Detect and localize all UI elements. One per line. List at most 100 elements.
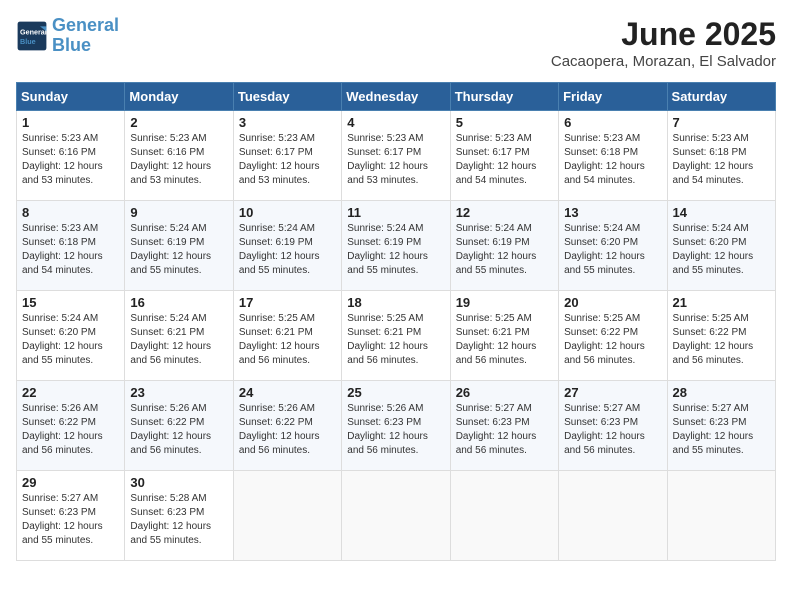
day-number: 13 bbox=[564, 205, 661, 220]
daylight-minutes: and 53 minutes. bbox=[347, 175, 418, 186]
daylight-label: Daylight: 12 hours bbox=[239, 161, 320, 172]
daylight-minutes: and 56 minutes. bbox=[239, 445, 310, 456]
calendar-cell: 12 Sunrise: 5:24 AM Sunset: 6:19 PM Dayl… bbox=[450, 201, 558, 291]
day-info: Sunrise: 5:24 AM Sunset: 6:20 PM Dayligh… bbox=[564, 222, 661, 278]
daylight-label: Daylight: 12 hours bbox=[347, 341, 428, 352]
calendar-cell: 13 Sunrise: 5:24 AM Sunset: 6:20 PM Dayl… bbox=[559, 201, 667, 291]
day-info: Sunrise: 5:26 AM Sunset: 6:22 PM Dayligh… bbox=[239, 402, 336, 458]
day-info: Sunrise: 5:24 AM Sunset: 6:21 PM Dayligh… bbox=[130, 312, 227, 368]
day-number: 20 bbox=[564, 295, 661, 310]
day-number: 27 bbox=[564, 385, 661, 400]
day-info: Sunrise: 5:28 AM Sunset: 6:23 PM Dayligh… bbox=[130, 492, 227, 548]
calendar-cell: 16 Sunrise: 5:24 AM Sunset: 6:21 PM Dayl… bbox=[125, 291, 233, 381]
calendar-cell bbox=[233, 471, 341, 561]
daylight-minutes: and 55 minutes. bbox=[673, 265, 744, 276]
sunrise-label: Sunrise: 5:28 AM bbox=[130, 493, 206, 504]
sunrise-label: Sunrise: 5:24 AM bbox=[22, 313, 98, 324]
sunset-label: Sunset: 6:19 PM bbox=[130, 237, 204, 248]
day-number: 18 bbox=[347, 295, 444, 310]
day-number: 24 bbox=[239, 385, 336, 400]
daylight-minutes: and 54 minutes. bbox=[673, 175, 744, 186]
daylight-label: Daylight: 12 hours bbox=[347, 251, 428, 262]
day-info: Sunrise: 5:27 AM Sunset: 6:23 PM Dayligh… bbox=[22, 492, 119, 548]
sunset-label: Sunset: 6:19 PM bbox=[347, 237, 421, 248]
sunset-label: Sunset: 6:20 PM bbox=[22, 327, 96, 338]
sunset-label: Sunset: 6:18 PM bbox=[564, 147, 638, 158]
calendar-cell: 20 Sunrise: 5:25 AM Sunset: 6:22 PM Dayl… bbox=[559, 291, 667, 381]
calendar-cell: 18 Sunrise: 5:25 AM Sunset: 6:21 PM Dayl… bbox=[342, 291, 450, 381]
sunrise-label: Sunrise: 5:25 AM bbox=[456, 313, 532, 324]
daylight-label: Daylight: 12 hours bbox=[456, 251, 537, 262]
sunrise-label: Sunrise: 5:23 AM bbox=[564, 133, 640, 144]
daylight-label: Daylight: 12 hours bbox=[347, 161, 428, 172]
day-number: 9 bbox=[130, 205, 227, 220]
day-info: Sunrise: 5:23 AM Sunset: 6:17 PM Dayligh… bbox=[456, 132, 553, 188]
daylight-minutes: and 56 minutes. bbox=[673, 355, 744, 366]
day-number: 17 bbox=[239, 295, 336, 310]
daylight-label: Daylight: 12 hours bbox=[456, 341, 537, 352]
location-title: Cacaopera, Morazan, El Salvador bbox=[551, 53, 776, 70]
daylight-minutes: and 56 minutes. bbox=[22, 445, 93, 456]
day-number: 3 bbox=[239, 115, 336, 130]
sunset-label: Sunset: 6:17 PM bbox=[456, 147, 530, 158]
day-number: 6 bbox=[564, 115, 661, 130]
sunset-label: Sunset: 6:18 PM bbox=[673, 147, 747, 158]
day-info: Sunrise: 5:25 AM Sunset: 6:21 PM Dayligh… bbox=[456, 312, 553, 368]
day-info: Sunrise: 5:27 AM Sunset: 6:23 PM Dayligh… bbox=[456, 402, 553, 458]
day-info: Sunrise: 5:25 AM Sunset: 6:22 PM Dayligh… bbox=[673, 312, 770, 368]
svg-text:General: General bbox=[20, 27, 47, 36]
calendar-week-row: 15 Sunrise: 5:24 AM Sunset: 6:20 PM Dayl… bbox=[17, 291, 776, 381]
daylight-minutes: and 56 minutes. bbox=[456, 445, 527, 456]
daylight-label: Daylight: 12 hours bbox=[456, 161, 537, 172]
sunset-label: Sunset: 6:22 PM bbox=[239, 417, 313, 428]
sunset-label: Sunset: 6:23 PM bbox=[673, 417, 747, 428]
sunset-label: Sunset: 6:16 PM bbox=[22, 147, 96, 158]
sunrise-label: Sunrise: 5:24 AM bbox=[130, 223, 206, 234]
daylight-label: Daylight: 12 hours bbox=[239, 431, 320, 442]
calendar-week-row: 1 Sunrise: 5:23 AM Sunset: 6:16 PM Dayli… bbox=[17, 111, 776, 201]
day-number: 14 bbox=[673, 205, 770, 220]
daylight-minutes: and 56 minutes. bbox=[564, 445, 635, 456]
day-info: Sunrise: 5:23 AM Sunset: 6:18 PM Dayligh… bbox=[564, 132, 661, 188]
daylight-label: Daylight: 12 hours bbox=[130, 251, 211, 262]
calendar-cell: 29 Sunrise: 5:27 AM Sunset: 6:23 PM Dayl… bbox=[17, 471, 125, 561]
calendar-cell: 7 Sunrise: 5:23 AM Sunset: 6:18 PM Dayli… bbox=[667, 111, 775, 201]
daylight-minutes: and 55 minutes. bbox=[22, 535, 93, 546]
daylight-minutes: and 55 minutes. bbox=[22, 355, 93, 366]
daylight-minutes: and 54 minutes. bbox=[22, 265, 93, 276]
calendar-cell: 19 Sunrise: 5:25 AM Sunset: 6:21 PM Dayl… bbox=[450, 291, 558, 381]
daylight-label: Daylight: 12 hours bbox=[130, 521, 211, 532]
day-info: Sunrise: 5:24 AM Sunset: 6:20 PM Dayligh… bbox=[673, 222, 770, 278]
calendar-cell: 28 Sunrise: 5:27 AM Sunset: 6:23 PM Dayl… bbox=[667, 381, 775, 471]
sunset-label: Sunset: 6:23 PM bbox=[22, 507, 96, 518]
calendar-cell: 26 Sunrise: 5:27 AM Sunset: 6:23 PM Dayl… bbox=[450, 381, 558, 471]
calendar-cell bbox=[559, 471, 667, 561]
calendar-cell: 10 Sunrise: 5:24 AM Sunset: 6:19 PM Dayl… bbox=[233, 201, 341, 291]
day-number: 15 bbox=[22, 295, 119, 310]
daylight-minutes: and 56 minutes. bbox=[347, 355, 418, 366]
header-tuesday: Tuesday bbox=[233, 83, 341, 111]
daylight-label: Daylight: 12 hours bbox=[239, 341, 320, 352]
day-info: Sunrise: 5:23 AM Sunset: 6:17 PM Dayligh… bbox=[239, 132, 336, 188]
calendar-cell: 3 Sunrise: 5:23 AM Sunset: 6:17 PM Dayli… bbox=[233, 111, 341, 201]
day-info: Sunrise: 5:23 AM Sunset: 6:16 PM Dayligh… bbox=[22, 132, 119, 188]
day-info: Sunrise: 5:25 AM Sunset: 6:22 PM Dayligh… bbox=[564, 312, 661, 368]
calendar-cell: 4 Sunrise: 5:23 AM Sunset: 6:17 PM Dayli… bbox=[342, 111, 450, 201]
calendar-week-row: 29 Sunrise: 5:27 AM Sunset: 6:23 PM Dayl… bbox=[17, 471, 776, 561]
sunset-label: Sunset: 6:21 PM bbox=[130, 327, 204, 338]
day-number: 26 bbox=[456, 385, 553, 400]
calendar-cell bbox=[450, 471, 558, 561]
sunrise-label: Sunrise: 5:23 AM bbox=[22, 133, 98, 144]
daylight-label: Daylight: 12 hours bbox=[22, 431, 103, 442]
sunrise-label: Sunrise: 5:23 AM bbox=[130, 133, 206, 144]
day-number: 25 bbox=[347, 385, 444, 400]
sunrise-label: Sunrise: 5:24 AM bbox=[239, 223, 315, 234]
day-info: Sunrise: 5:27 AM Sunset: 6:23 PM Dayligh… bbox=[673, 402, 770, 458]
page-header: General Blue General Blue June 2025 Caca… bbox=[16, 16, 776, 70]
sunrise-label: Sunrise: 5:26 AM bbox=[22, 403, 98, 414]
sunrise-label: Sunrise: 5:24 AM bbox=[673, 223, 749, 234]
sunset-label: Sunset: 6:22 PM bbox=[564, 327, 638, 338]
daylight-label: Daylight: 12 hours bbox=[239, 251, 320, 262]
sunrise-label: Sunrise: 5:23 AM bbox=[239, 133, 315, 144]
sunset-label: Sunset: 6:23 PM bbox=[130, 507, 204, 518]
